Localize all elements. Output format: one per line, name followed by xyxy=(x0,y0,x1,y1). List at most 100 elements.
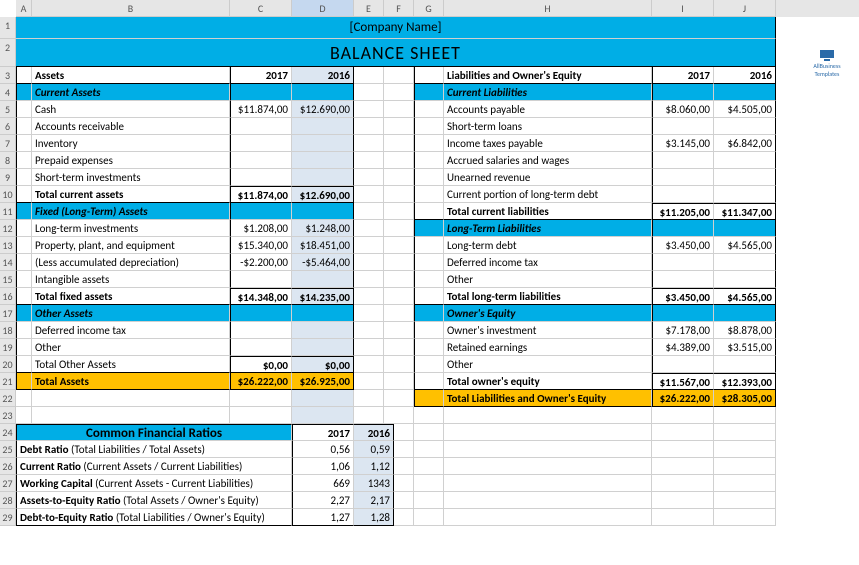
cell[interactable]: $14.348,00 xyxy=(230,288,292,305)
liab-item[interactable]: Accrued salaries and wages xyxy=(444,152,652,169)
cell[interactable]: $7.178,00 xyxy=(652,322,714,339)
cell[interactable] xyxy=(714,118,776,135)
cell[interactable]: 2017 xyxy=(292,424,354,441)
liab-item[interactable]: Other xyxy=(444,271,652,288)
cell[interactable] xyxy=(292,118,354,135)
equity-title[interactable]: Owner's Equity xyxy=(444,305,652,322)
cell[interactable]: $0,00 xyxy=(230,356,292,373)
cell[interactable] xyxy=(714,186,776,203)
cell[interactable] xyxy=(714,254,776,271)
year-2016-l[interactable]: 2016 xyxy=(714,67,776,84)
row-hdr-29[interactable]: 29 xyxy=(0,509,16,526)
cell[interactable]: $11.567,00 xyxy=(652,373,714,390)
row-hdr-11[interactable]: 11 xyxy=(0,203,16,220)
row-hdr-28[interactable]: 28 xyxy=(0,492,16,509)
cell[interactable] xyxy=(230,271,292,288)
cell[interactable] xyxy=(652,271,714,288)
cell[interactable]: $3.450,00 xyxy=(652,288,714,305)
total-liab-equity[interactable]: Total Liabilities and Owner's Equity xyxy=(444,390,652,407)
asset-item[interactable]: Prepaid expenses xyxy=(32,152,230,169)
row-hdr-12[interactable]: 12 xyxy=(0,220,16,237)
asset-item[interactable]: Intangible assets xyxy=(32,271,230,288)
cell[interactable]: 1,28 xyxy=(354,509,394,526)
cell[interactable]: $26.222,00 xyxy=(652,390,714,407)
asset-item[interactable]: Property, plant, and equipment xyxy=(32,237,230,254)
cell[interactable]: $15.340,00 xyxy=(230,237,292,254)
liab-item[interactable]: Deferred income tax xyxy=(444,254,652,271)
cell[interactable]: $18.451,00 xyxy=(292,237,354,254)
ratio-row[interactable]: Debt Ratio (Total Liabilities / Total As… xyxy=(16,441,292,458)
cell[interactable]: 0,59 xyxy=(354,441,394,458)
cell[interactable]: 2,17 xyxy=(354,492,394,509)
cell[interactable] xyxy=(652,356,714,373)
cell[interactable]: $12.393,00 xyxy=(714,373,776,390)
col-hdr-I[interactable]: I xyxy=(652,0,714,17)
cell[interactable]: $3.515,00 xyxy=(714,339,776,356)
cell[interactable]: 1,12 xyxy=(354,458,394,475)
total-current-assets[interactable]: Total current assets xyxy=(32,186,230,203)
cell[interactable]: $26.222,00 xyxy=(230,373,292,390)
row-hdr-2[interactable]: 2 xyxy=(0,39,16,67)
cell[interactable]: -$2.200,00 xyxy=(230,254,292,271)
col-hdr-G[interactable]: G xyxy=(414,0,444,17)
liab-item[interactable]: Long-term debt xyxy=(444,237,652,254)
cell[interactable]: $3.145,00 xyxy=(652,135,714,152)
cell[interactable]: $11.874,00 xyxy=(230,101,292,118)
current-liab-title[interactable]: Current Liabilities xyxy=(444,84,652,101)
cell[interactable]: $28.305,00 xyxy=(714,390,776,407)
year-2017-l[interactable]: 2017 xyxy=(652,67,714,84)
liab-item[interactable]: Other xyxy=(444,356,652,373)
col-hdr-J[interactable]: J xyxy=(714,0,776,17)
cell[interactable]: $26.925,00 xyxy=(292,373,354,390)
cell[interactable]: $3.450,00 xyxy=(652,237,714,254)
col-hdr-A[interactable]: A xyxy=(16,0,32,17)
liab-item[interactable]: Retained earnings xyxy=(444,339,652,356)
row-hdr-24[interactable]: 24 xyxy=(0,424,16,441)
cell[interactable]: $8.878,00 xyxy=(714,322,776,339)
cell[interactable]: 669 xyxy=(292,475,354,492)
row-hdr-21[interactable]: 21 xyxy=(0,373,16,390)
total-assets[interactable]: Total Assets xyxy=(32,373,230,390)
row-hdr-22[interactable]: 22 xyxy=(0,390,16,407)
row-hdr-20[interactable]: 20 xyxy=(0,356,16,373)
cell[interactable]: $4.565,00 xyxy=(714,237,776,254)
cell[interactable]: -$5.464,00 xyxy=(292,254,354,271)
company-name[interactable]: [Company Name] xyxy=(16,17,776,39)
liab-item[interactable]: Short-term loans xyxy=(444,118,652,135)
asset-item[interactable]: Long-term investments xyxy=(32,220,230,237)
row-hdr-17[interactable]: 17 xyxy=(0,305,16,322)
cell[interactable] xyxy=(714,152,776,169)
row-hdr-4[interactable]: 4 xyxy=(0,84,16,101)
cell[interactable]: $8.060,00 xyxy=(652,101,714,118)
cell[interactable] xyxy=(292,152,354,169)
cell[interactable]: 2,27 xyxy=(292,492,354,509)
cell[interactable] xyxy=(652,152,714,169)
current-assets-title[interactable]: Current Assets xyxy=(32,84,230,101)
cell[interactable] xyxy=(652,118,714,135)
asset-item[interactable]: (Less accumulated depreciation) xyxy=(32,254,230,271)
cell[interactable]: $6.842,00 xyxy=(714,135,776,152)
total-equity[interactable]: Total owner's equity xyxy=(444,373,652,390)
cell[interactable]: $1.248,00 xyxy=(292,220,354,237)
year-2016-a[interactable]: 2016 xyxy=(292,67,354,84)
row-hdr-10[interactable]: 10 xyxy=(0,186,16,203)
ratios-title[interactable]: Common Financial Ratios xyxy=(16,424,292,441)
liab-item[interactable]: Owner's investment xyxy=(444,322,652,339)
row-hdr-23[interactable]: 23 xyxy=(0,407,16,424)
liab-item[interactable]: Income taxes payable xyxy=(444,135,652,152)
asset-item[interactable]: Deferred income tax xyxy=(32,322,230,339)
cell[interactable] xyxy=(652,186,714,203)
row-hdr-16[interactable]: 16 xyxy=(0,288,16,305)
row-hdr-25[interactable]: 25 xyxy=(0,441,16,458)
row-hdr-15[interactable]: 15 xyxy=(0,271,16,288)
cell[interactable] xyxy=(230,339,292,356)
cell[interactable]: 2016 xyxy=(354,424,394,441)
row-hdr-5[interactable]: 5 xyxy=(0,101,16,118)
row-hdr-26[interactable]: 26 xyxy=(0,458,16,475)
asset-item[interactable]: Other xyxy=(32,339,230,356)
total-other[interactable]: Total Other Assets xyxy=(32,356,230,373)
row-hdr-13[interactable]: 13 xyxy=(0,237,16,254)
cell[interactable]: $0,00 xyxy=(292,356,354,373)
row-hdr-7[interactable]: 7 xyxy=(0,135,16,152)
sheet-title[interactable]: BALANCE SHEET xyxy=(16,39,776,67)
